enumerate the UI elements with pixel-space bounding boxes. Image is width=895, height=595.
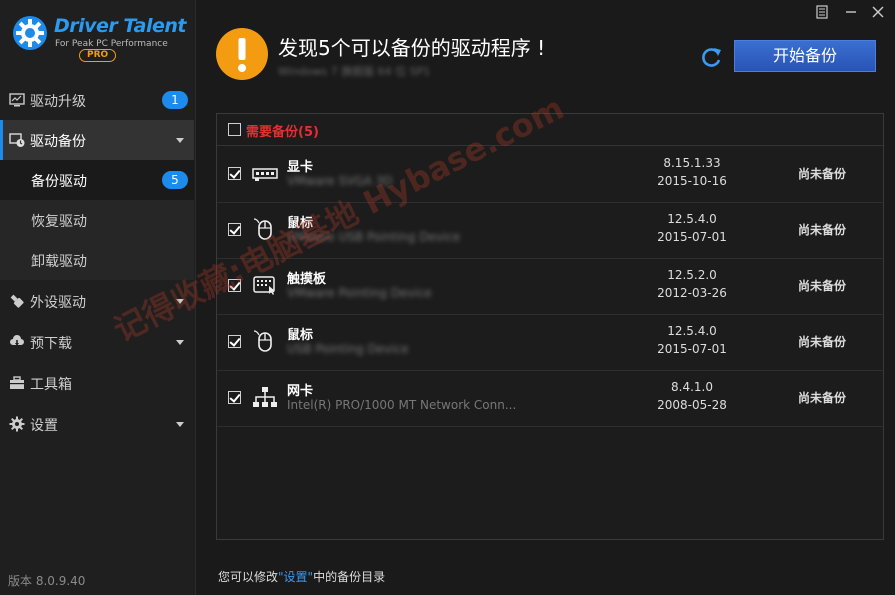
backup-status: 尚未备份 (797, 279, 846, 293)
sidebar-item-restore-drivers[interactable]: 恢复驱动 (0, 200, 194, 240)
sidebar-item-label: 设置 (30, 418, 58, 434)
close-icon[interactable] (869, 4, 887, 20)
app-logo: Driver Talent For Peak PC Performance PR… (10, 12, 190, 64)
driver-list: 需要备份(5) 显卡 VMware SVGA 3D 8.15.1.33 2015-10… (216, 113, 884, 540)
chevron-down-icon (176, 299, 184, 304)
driver-version: 12.5.4.0 (667, 212, 717, 226)
mouse-icon (253, 218, 272, 240)
monitor-icon (9, 93, 25, 107)
driver-checkbox[interactable] (228, 167, 241, 180)
warning-icon (216, 28, 268, 80)
gear-icon (9, 416, 25, 432)
brand-tagline: For Peak PC Performance (55, 39, 168, 49)
driver-version: 8.15.1.33 (663, 156, 721, 170)
sidebar-item-label: 驱动升级 (30, 94, 86, 110)
sidebar-item-driver-update[interactable]: 驱动升级 1 (0, 80, 194, 120)
footer-note: 您可以修改"设置"中的备份目录 (218, 568, 385, 585)
driver-version: 8.4.1.0 (671, 380, 713, 394)
sidebar-item-backup-drivers[interactable]: 备份驱动 5 (0, 160, 194, 200)
driver-date: 2015-07-01 (657, 230, 727, 244)
mouse-icon (253, 330, 272, 352)
backup-status: 尚未备份 (797, 167, 846, 181)
driver-name: 显卡 (287, 160, 314, 175)
network-icon (253, 387, 277, 407)
refresh-icon[interactable] (701, 46, 723, 68)
brand-name: Driver Talent (54, 15, 186, 37)
start-backup-button[interactable]: 开始备份 (734, 40, 876, 72)
sidebar-item-label: 外设驱动 (30, 295, 86, 311)
driver-checkbox[interactable] (228, 279, 241, 292)
edition-badge: PRO (79, 49, 117, 62)
driver-date: 2015-07-01 (657, 342, 727, 356)
backup-status: 尚未备份 (797, 391, 846, 405)
sidebar-item-label: 预下载 (30, 336, 72, 352)
sidebar-item-driver-backup[interactable]: 驱动备份 (0, 120, 194, 160)
table-row[interactable]: 鼠标 USB Pointing Device 12.5.4.0 2015-07-01 尚… (217, 314, 883, 371)
graphics-card-icon (252, 168, 278, 181)
settings-link[interactable]: "设置" (278, 570, 313, 584)
select-all-checkbox[interactable] (228, 123, 241, 136)
backup-status: 尚未备份 (797, 335, 846, 349)
usb-icon (10, 294, 24, 308)
footer-prefix: 您可以修改 (218, 570, 279, 584)
list-header: 需要备份(5) (217, 114, 883, 146)
section-title: 需要备份(5) (246, 125, 319, 140)
driver-name: 鼠标 (287, 216, 314, 231)
driver-date: 2012-03-26 (657, 286, 727, 300)
sidebar-item-uninstall-drivers[interactable]: 卸载驱动 (0, 240, 194, 280)
menu-icon[interactable] (813, 4, 831, 20)
driver-description: VMware USB Pointing Device (287, 230, 461, 244)
driver-description: USB Pointing Device (287, 342, 409, 356)
sidebar-item-label: 恢复驱动 (31, 214, 87, 230)
backup-icon (9, 133, 25, 147)
footer-suffix: 中的备份目录 (313, 570, 386, 584)
driver-name: 触摸板 (287, 272, 327, 287)
sidebar: Driver Talent For Peak PC Performance PR… (0, 0, 196, 595)
sidebar-item-label: 卸载驱动 (31, 254, 87, 270)
chevron-down-icon (176, 422, 184, 427)
os-info: Windows 7 旗舰版 64 位 SP1 (278, 65, 431, 78)
sidebar-item-label: 备份驱动 (31, 174, 87, 190)
chevron-down-icon (176, 138, 184, 143)
driver-version: 12.5.4.0 (667, 324, 717, 338)
driver-date: 2015-10-16 (657, 174, 727, 188)
sidebar-item-label: 工具箱 (30, 377, 72, 393)
update-count-badge: 1 (162, 91, 188, 109)
sidebar-item-toolbox[interactable]: 工具箱 (0, 363, 194, 403)
table-row[interactable]: 显卡 VMware SVGA 3D 8.15.1.33 2015-10-16 尚未备份 (217, 146, 883, 203)
page-title: 发现5个可以备份的驱动程序 ! (278, 36, 546, 60)
table-row[interactable]: 网卡 Intel(R) PRO/1000 MT Network Conn... 8.… (217, 370, 883, 427)
driver-checkbox[interactable] (228, 391, 241, 404)
toolbox-icon (10, 376, 24, 389)
backup-count-badge: 5 (162, 171, 188, 189)
driver-date: 2008-05-28 (657, 398, 727, 412)
cloud-download-icon (10, 335, 24, 346)
sidebar-item-peripheral-drivers[interactable]: 外设驱动 (0, 281, 194, 321)
chevron-down-icon (176, 340, 184, 345)
logo-gear-icon (13, 16, 47, 50)
table-row[interactable]: 触摸板 VMware Pointing Device 12.5.2.0 2012-03… (217, 258, 883, 315)
backup-status: 尚未备份 (797, 223, 846, 237)
driver-checkbox[interactable] (228, 335, 241, 348)
table-row[interactable]: 鼠标 VMware USB Pointing Device 12.5.4.0 2015… (217, 202, 883, 259)
driver-description: VMware SVGA 3D (287, 174, 393, 188)
sidebar-item-label: 驱动备份 (30, 134, 86, 150)
driver-checkbox[interactable] (228, 223, 241, 236)
driver-version: 12.5.2.0 (667, 268, 717, 282)
driver-name: 鼠标 (287, 328, 314, 343)
driver-description: Intel(R) PRO/1000 MT Network Conn... (287, 398, 517, 412)
driver-description: VMware Pointing Device (287, 286, 432, 300)
version-label: 版本 8.0.9.40 (8, 574, 86, 588)
minimize-icon[interactable] (842, 4, 860, 20)
driver-name: 网卡 (287, 384, 314, 399)
touchpad-icon (253, 276, 275, 295)
sidebar-item-pre-download[interactable]: 预下载 (0, 322, 194, 362)
sidebar-item-settings[interactable]: 设置 (0, 404, 194, 444)
